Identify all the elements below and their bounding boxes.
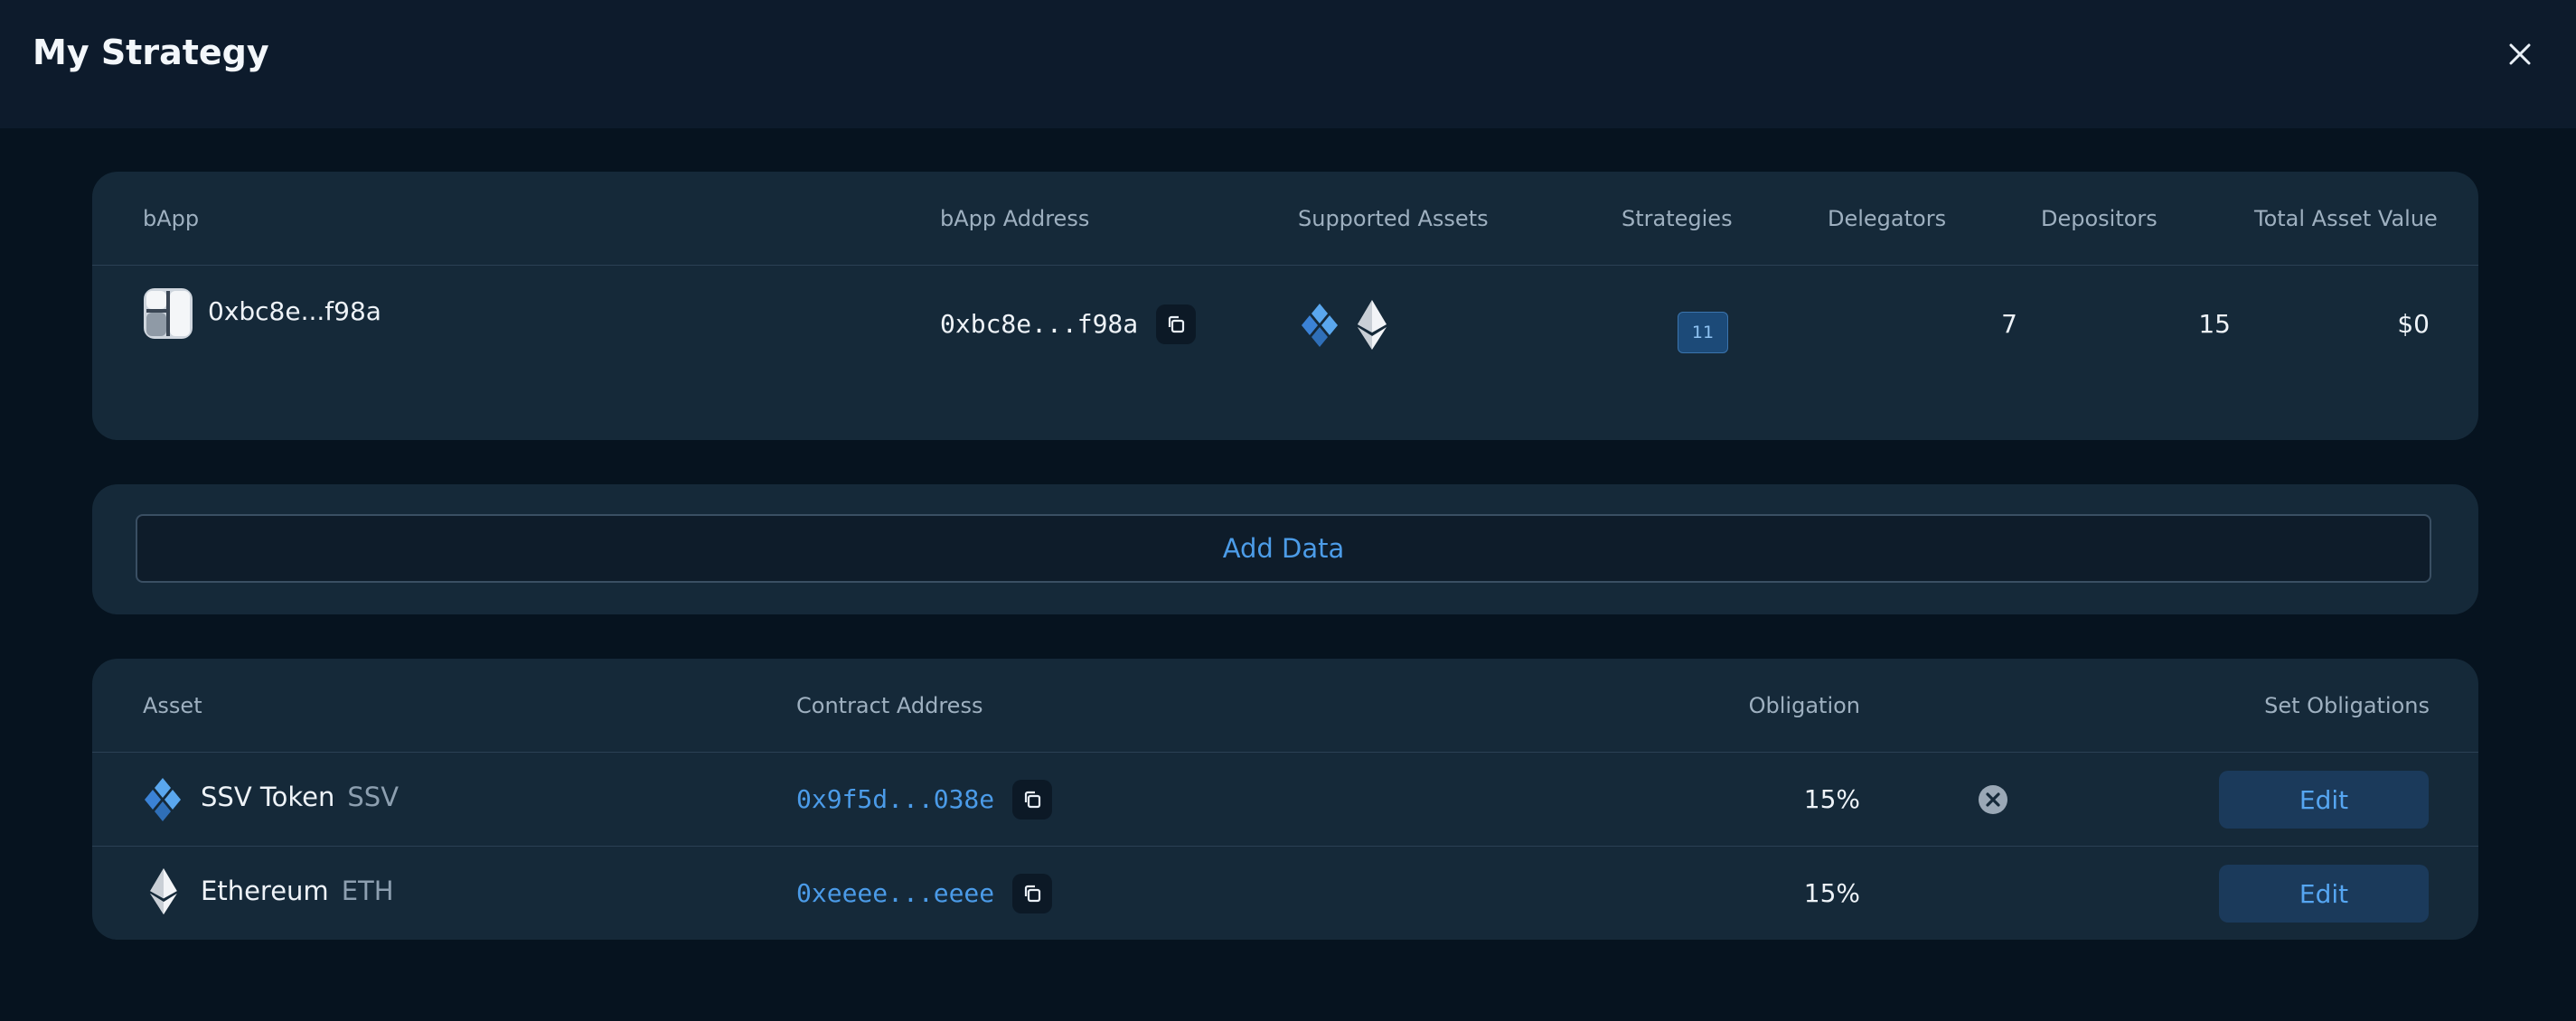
- column-header-set-obligations: Set Obligations: [2264, 693, 2430, 718]
- column-header-bapp-address: bApp Address: [940, 206, 1090, 231]
- strategies-count-badge: 11: [1678, 312, 1728, 353]
- column-header-contract-address: Contract Address: [796, 693, 983, 718]
- ssv-token-icon: [1302, 304, 1338, 347]
- clear-circle-icon: [1979, 785, 2007, 814]
- copy-icon: [1024, 885, 1041, 903]
- ethereum-icon: [1358, 300, 1387, 350]
- asset-obligations-card: Asset Contract Address Obligation Set Ob…: [92, 659, 2478, 940]
- copy-icon: [1024, 791, 1041, 809]
- obligation-value: 15%: [1803, 878, 1860, 908]
- column-header-bapp: bApp: [143, 206, 200, 231]
- column-header-supported-assets: Supported Assets: [1298, 206, 1489, 231]
- asset-icon: [148, 868, 179, 919]
- asset-name: SSV Token: [201, 782, 335, 812]
- asset-icon: [145, 776, 181, 827]
- contract-address-link[interactable]: 0x9f5d...038e: [796, 784, 994, 814]
- table-row: Ethereum ETH 0xeeee...eeee 15% Edit: [92, 847, 2478, 940]
- copy-bapp-address-button[interactable]: [1156, 304, 1196, 344]
- delegators-count: 7: [2001, 309, 2017, 339]
- column-header-asset: Asset: [143, 693, 202, 718]
- supported-asset-ssv: [1302, 302, 1338, 352]
- bapp-logo-icon: [144, 288, 193, 339]
- close-button[interactable]: [2504, 38, 2536, 70]
- page-title: My Strategy: [33, 33, 269, 72]
- edit-obligation-button[interactable]: Edit: [2219, 865, 2429, 923]
- copy-contract-address-button[interactable]: [1012, 780, 1052, 820]
- copy-icon: [1168, 315, 1185, 333]
- add-data-card: Add Data: [92, 484, 2478, 614]
- column-header-delegators: Delegators: [1828, 206, 1947, 231]
- column-header-total-asset-value: Total Asset Value: [2254, 206, 2438, 231]
- contract-address-link[interactable]: 0xeeee...eeee: [796, 878, 994, 908]
- modal-header: My Strategy: [0, 0, 2576, 128]
- bapp-summary-card: bApp bApp Address Supported Assets Strat…: [92, 172, 2478, 440]
- supported-asset-eth: [1356, 300, 1388, 354]
- remove-obligation-button[interactable]: [1978, 784, 2008, 819]
- header-divider: [92, 265, 2478, 266]
- asset-name: Ethereum: [201, 876, 329, 906]
- asset-symbol: SSV: [347, 782, 400, 812]
- column-header-obligation: Obligation: [1748, 693, 1860, 718]
- add-data-button[interactable]: Add Data: [136, 514, 2431, 583]
- close-icon: [2509, 43, 2531, 65]
- column-header-strategies: Strategies: [1622, 206, 1733, 231]
- copy-contract-address-button[interactable]: [1012, 874, 1052, 913]
- table-row: SSV Token SSV 0x9f5d...038e 15% Edit: [92, 753, 2478, 847]
- bapp-avatar: [143, 287, 193, 343]
- ethereum-icon: [150, 868, 177, 915]
- total-asset-value: $0: [2397, 309, 2430, 339]
- edit-obligation-button[interactable]: Edit: [2219, 771, 2429, 829]
- bapp-name: 0xbc8e...f98a: [208, 296, 381, 326]
- bapp-address: 0xbc8e...f98a: [940, 309, 1139, 339]
- column-header-depositors: Depositors: [2041, 206, 2158, 231]
- obligation-value: 15%: [1803, 784, 1860, 814]
- depositors-count: 15: [2198, 309, 2231, 339]
- asset-label: Ethereum ETH: [201, 876, 394, 906]
- asset-label: SSV Token SSV: [201, 782, 399, 812]
- asset-symbol: ETH: [341, 876, 394, 906]
- ssv-token-icon: [145, 778, 181, 821]
